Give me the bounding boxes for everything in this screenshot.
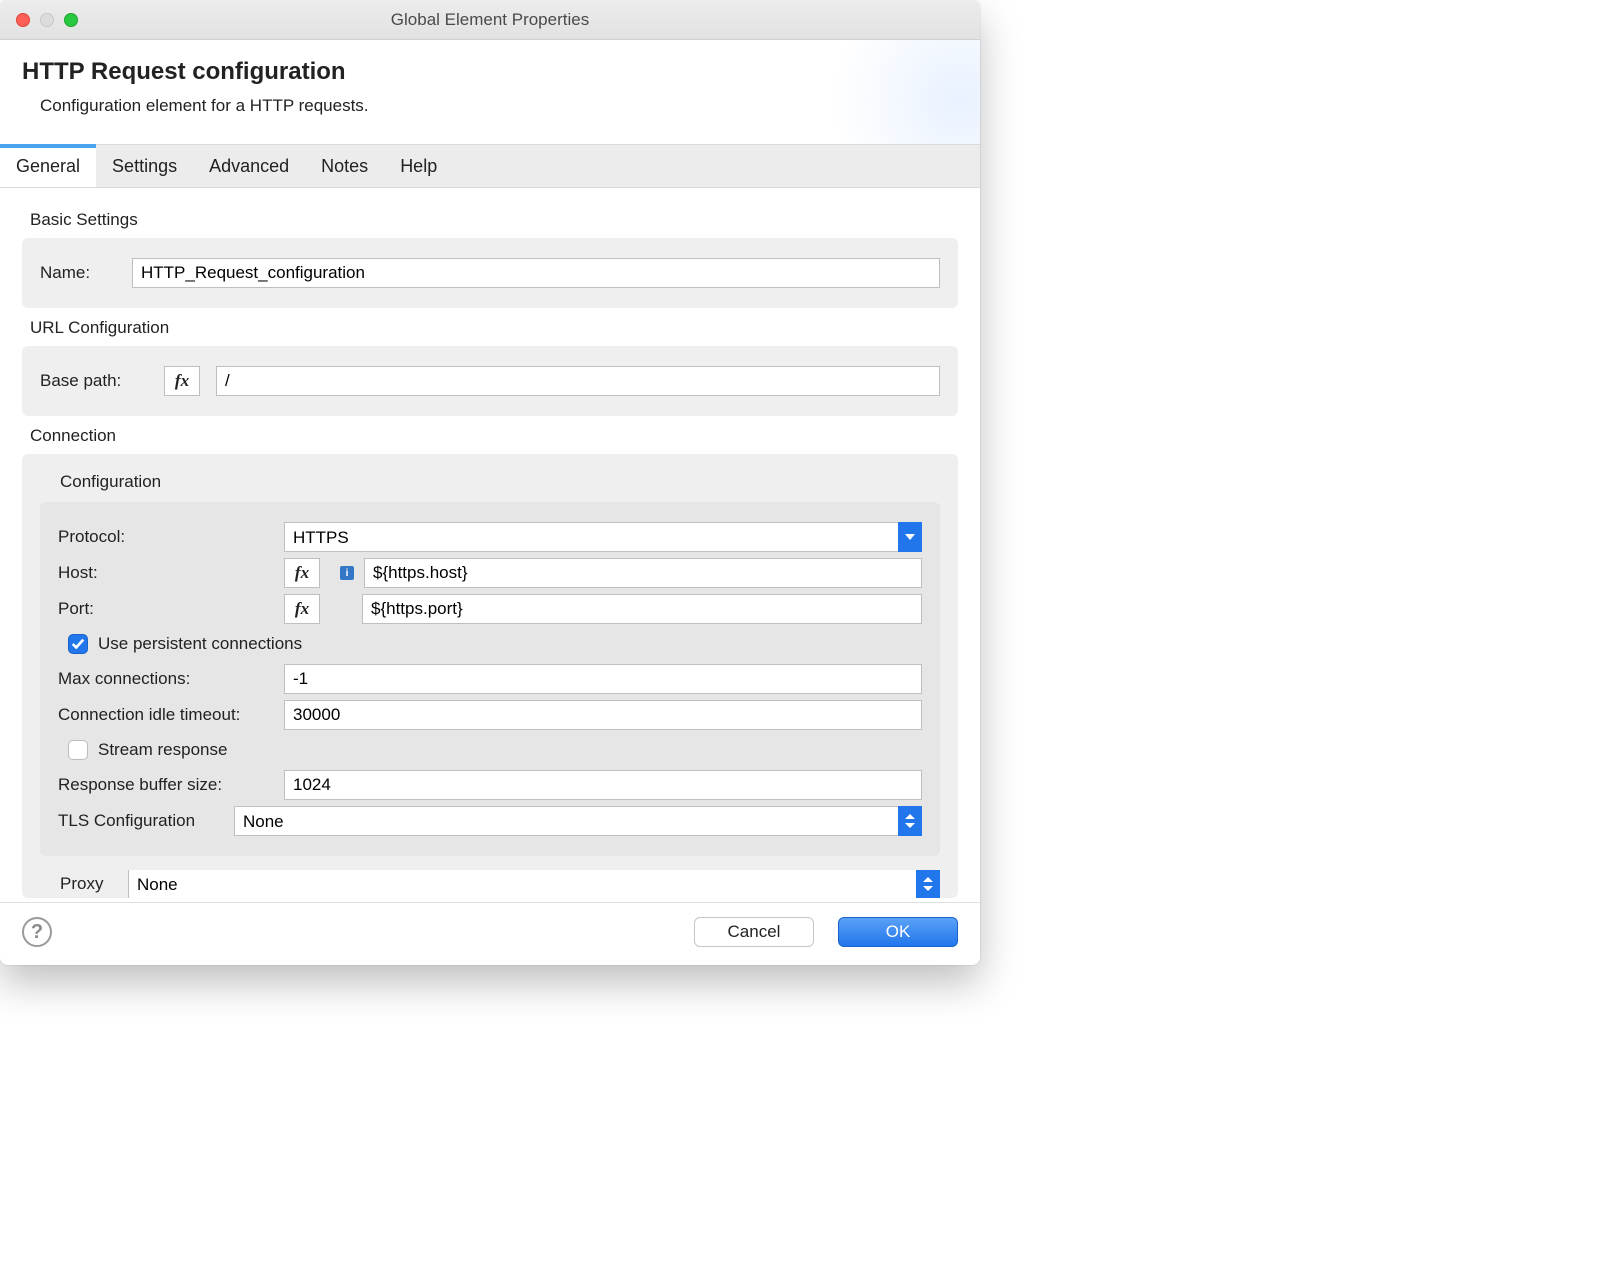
connection-label: Connection — [30, 426, 958, 446]
connection-panel: Configuration Protocol: HTTPS Host: — [22, 454, 958, 898]
proxy-label: Proxy — [60, 874, 114, 894]
tab-label: Advanced — [209, 156, 289, 177]
dialog-body: Basic Settings Name: URL Configuration B… — [0, 188, 980, 902]
tab-label: Notes — [321, 156, 368, 177]
url-config-label: URL Configuration — [30, 318, 958, 338]
dialog-header: HTTP Request configuration Configuration… — [0, 40, 980, 144]
info-icon[interactable]: i — [340, 566, 354, 580]
stream-response-checkbox[interactable] — [68, 740, 88, 760]
cancel-button[interactable]: Cancel — [694, 917, 814, 947]
basepath-label: Base path: — [40, 371, 148, 391]
persistent-connections-checkbox[interactable] — [68, 634, 88, 654]
stream-response-label: Stream response — [98, 740, 227, 760]
protocol-label: Protocol: — [58, 527, 268, 547]
proxy-select[interactable]: None — [128, 870, 940, 898]
tab-label: Settings — [112, 156, 177, 177]
tls-config-label: TLS Configuration — [58, 811, 218, 831]
dialog-window: Global Element Properties HTTP Request c… — [0, 0, 980, 965]
check-icon — [71, 637, 85, 651]
max-connections-input[interactable] — [284, 664, 922, 694]
port-input[interactable] — [362, 594, 922, 624]
tab-advanced[interactable]: Advanced — [193, 145, 305, 187]
tab-help[interactable]: Help — [384, 145, 453, 187]
basepath-input[interactable] — [216, 366, 940, 396]
titlebar: Global Element Properties — [0, 0, 980, 40]
button-label: Cancel — [728, 922, 781, 942]
tab-general[interactable]: General — [0, 145, 96, 187]
idle-timeout-label: Connection idle timeout: — [58, 705, 268, 725]
buffer-size-input[interactable] — [284, 770, 922, 800]
tab-settings[interactable]: Settings — [96, 145, 193, 187]
configuration-panel: Protocol: HTTPS Host: fx i — [40, 502, 940, 856]
host-label: Host: — [58, 563, 268, 583]
decorative-glow — [820, 40, 980, 144]
basic-settings-panel: Name: — [22, 238, 958, 308]
button-label: OK — [886, 922, 911, 942]
protocol-select-wrap: HTTPS — [284, 522, 922, 552]
name-label: Name: — [40, 263, 116, 283]
page-title: HTTP Request configuration — [22, 58, 958, 86]
port-label: Port: — [58, 599, 268, 619]
max-connections-label: Max connections: — [58, 669, 268, 689]
fx-icon: fx — [295, 599, 309, 619]
buffer-size-label: Response buffer size: — [58, 775, 268, 795]
tab-bar: General Settings Advanced Notes Help — [0, 144, 980, 188]
tab-notes[interactable]: Notes — [305, 145, 384, 187]
dialog-footer: ? Cancel OK — [0, 902, 980, 965]
window-title: Global Element Properties — [0, 10, 980, 30]
fx-button[interactable]: fx — [164, 366, 200, 396]
ok-button[interactable]: OK — [838, 917, 958, 947]
tls-select-wrap: None — [234, 806, 922, 836]
configuration-label: Configuration — [60, 472, 940, 492]
fx-icon: fx — [175, 371, 189, 391]
fx-icon: fx — [295, 563, 309, 583]
idle-timeout-input[interactable] — [284, 700, 922, 730]
proxy-row: Proxy None — [60, 870, 940, 898]
host-input[interactable] — [364, 558, 922, 588]
help-icon[interactable]: ? — [22, 917, 52, 947]
fx-button[interactable]: fx — [284, 558, 320, 588]
tls-select[interactable]: None — [234, 806, 922, 836]
basic-settings-label: Basic Settings — [30, 210, 958, 230]
url-config-panel: Base path: fx — [22, 346, 958, 416]
proxy-select-wrap: None — [128, 870, 940, 898]
persistent-connections-label: Use persistent connections — [98, 634, 302, 654]
fx-button[interactable]: fx — [284, 594, 320, 624]
tab-label: Help — [400, 156, 437, 177]
name-input[interactable] — [132, 258, 940, 288]
protocol-select[interactable]: HTTPS — [284, 522, 922, 552]
tab-label: General — [16, 156, 80, 177]
